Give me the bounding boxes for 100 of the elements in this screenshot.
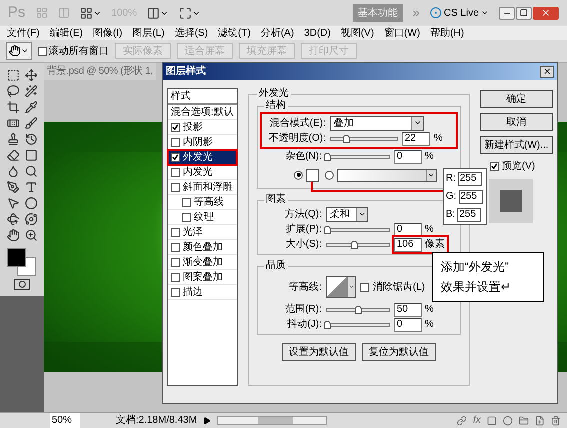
radio-button[interactable] (325, 170, 334, 180)
checkbox[interactable] (171, 242, 180, 252)
input-field[interactable]: 22 (402, 132, 430, 146)
search-icon[interactable] (24, 165, 38, 178)
move-icon[interactable] (24, 69, 38, 82)
menu-item[interactable]: 3D(D) (304, 26, 331, 40)
slider-track[interactable] (326, 308, 390, 312)
tool-preset-picker[interactable] (6, 42, 32, 60)
checkbox[interactable] (171, 153, 180, 162)
pen-icon[interactable] (6, 181, 20, 194)
style-list-item[interactable]: 图案叠加 (168, 270, 237, 285)
eraser-icon[interactable] (6, 149, 20, 162)
technique-dropdown[interactable]: 柔和 (326, 206, 368, 222)
input-field[interactable]: 0 (394, 222, 422, 236)
checkbox[interactable] (182, 198, 191, 206)
drop-icon[interactable] (6, 165, 20, 178)
style-list-item[interactable]: 描边 (168, 285, 237, 300)
checkbox[interactable] (490, 162, 499, 171)
trash-icon[interactable] (551, 416, 561, 426)
radio-button[interactable] (294, 170, 303, 180)
document-tab[interactable]: 背景.psd @ 50% (形状 1, (44, 63, 156, 80)
input-field[interactable]: 255 (458, 172, 482, 186)
checkbox[interactable] (360, 282, 369, 292)
input-field[interactable]: 0 (394, 150, 422, 164)
crop-icon[interactable] (6, 101, 20, 114)
checkbox[interactable] (171, 182, 180, 192)
slider-thumb[interactable] (324, 226, 331, 234)
quick-mask-icon[interactable] (14, 279, 30, 290)
scrollbar[interactable] (217, 416, 328, 425)
menu-item[interactable]: 滤镜(T) (218, 26, 251, 40)
default-button[interactable]: 设置为默认值 (282, 343, 356, 361)
ellipse-icon[interactable] (24, 197, 38, 210)
slider-track[interactable] (326, 154, 390, 158)
checkbox[interactable] (182, 212, 191, 222)
checkbox[interactable] (171, 258, 180, 266)
cs-live-button[interactable]: CS Live (430, 6, 489, 20)
dialog-button[interactable]: 取消 (480, 113, 553, 131)
style-list-item[interactable]: 斜面和浮雕 (168, 180, 237, 195)
slider-track[interactable] (326, 322, 390, 326)
slider-thumb[interactable] (350, 240, 358, 248)
gradient-picker[interactable] (337, 168, 437, 182)
menu-item[interactable]: 图像(I) (93, 26, 123, 40)
folder-icon[interactable] (519, 416, 529, 426)
history-brush-icon[interactable] (24, 133, 38, 146)
style-list-item[interactable]: 纹理 (168, 210, 237, 225)
input-field[interactable]: 50 (394, 302, 422, 316)
fx-button[interactable]: fx (473, 413, 481, 428)
new-layer-icon[interactable] (535, 416, 545, 426)
checkbox[interactable] (171, 272, 180, 282)
dialog-button[interactable]: 新建样式(W)... (480, 136, 553, 154)
style-list-item[interactable]: 光泽 (168, 225, 237, 240)
menu-item[interactable]: 帮助(H) (430, 26, 464, 40)
checkbox[interactable] (171, 228, 180, 236)
mask-icon[interactable] (487, 416, 497, 426)
style-list-item[interactable]: 颜色叠加 (168, 240, 237, 255)
zoom-field[interactable]: 50% (50, 413, 80, 428)
slider-track[interactable] (326, 242, 390, 246)
slider-track[interactable] (326, 228, 390, 232)
menu-item[interactable]: 图层(L) (132, 26, 165, 40)
input-field[interactable]: 255 (457, 208, 482, 222)
menu-item[interactable]: 窗口(W) (384, 26, 420, 40)
pointer-icon[interactable] (6, 197, 20, 210)
slider-thumb[interactable] (324, 152, 331, 160)
checkbox[interactable] (171, 138, 180, 146)
input-field[interactable]: 106 (394, 238, 422, 252)
wand-icon[interactable] (24, 85, 38, 98)
orbit-icon[interactable] (24, 213, 38, 226)
default-button[interactable]: 复位为默认值 (362, 343, 436, 361)
blend-mode-dropdown[interactable]: 叠加 (330, 116, 424, 130)
slider-track[interactable] (330, 136, 398, 140)
style-list-item[interactable]: 内发光 (168, 165, 237, 180)
menu-item[interactable]: 文件(F) (7, 26, 40, 40)
play-icon[interactable] (203, 416, 212, 424)
style-list-item[interactable]: 投影 (168, 120, 237, 135)
menu-item[interactable]: 选择(S) (174, 26, 208, 40)
input-field[interactable]: 0 (394, 318, 422, 332)
menu-item[interactable]: 视图(V) (340, 26, 374, 40)
menu-item[interactable]: 编辑(E) (50, 26, 84, 40)
slider-thumb[interactable] (342, 134, 350, 142)
checkbox[interactable] (171, 168, 180, 176)
type-icon[interactable] (24, 181, 38, 194)
menu-item[interactable]: 分析(A) (260, 26, 294, 40)
checkbox[interactable] (171, 288, 180, 296)
maximize-button[interactable] (516, 6, 532, 20)
style-list-item[interactable]: 等高线 (168, 195, 237, 210)
style-list-item[interactable]: 渐变叠加 (168, 255, 237, 270)
marquee-icon[interactable] (6, 69, 20, 82)
slider-thumb[interactable] (324, 320, 331, 328)
contour-picker[interactable] (326, 276, 356, 298)
arrange-icon[interactable] (147, 6, 170, 20)
style-list-item[interactable]: 外发光 (168, 150, 237, 165)
eyedropper-icon[interactable] (24, 101, 38, 114)
stamp-icon[interactable] (6, 133, 20, 146)
checkbox[interactable] (38, 46, 47, 56)
bandage-icon[interactable] (6, 117, 20, 130)
hand-icon[interactable] (6, 229, 20, 242)
adjustment-icon[interactable] (503, 416, 513, 426)
screen-mode-icon[interactable] (179, 6, 202, 20)
minimize-button[interactable] (499, 6, 515, 20)
lasso-icon[interactable] (6, 85, 20, 98)
